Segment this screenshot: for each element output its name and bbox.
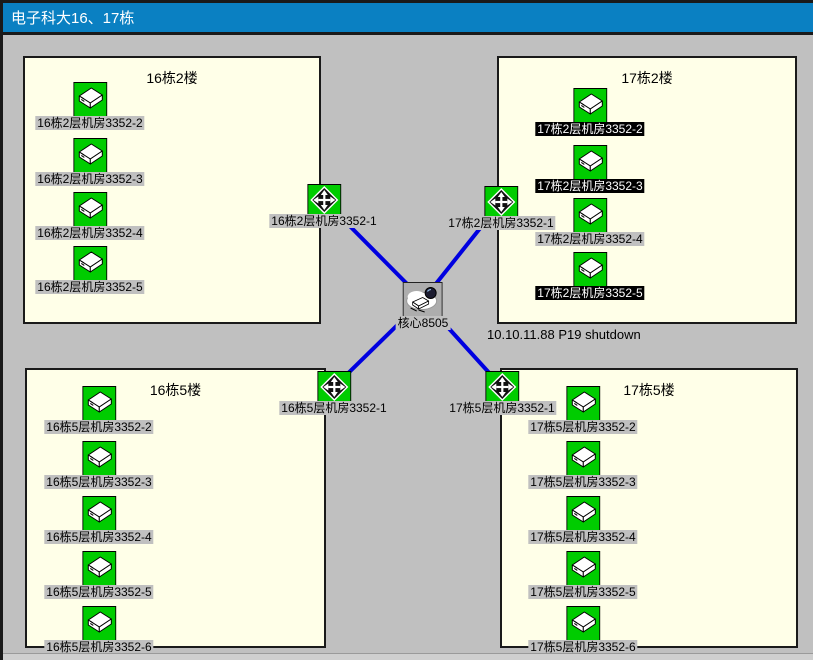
uplink-node[interactable]: 17栋2层机房3352-1 xyxy=(446,186,555,230)
device-node[interactable]: 16栋5层机房3352-4 xyxy=(44,496,153,544)
uplink-node[interactable]: 16栋5层机房3352-1 xyxy=(279,371,388,415)
device-node[interactable]: 16栋5层机房3352-6 xyxy=(44,606,153,654)
device-label: 16栋2层机房3352-5 xyxy=(35,280,144,294)
core-node[interactable]: 核心8505 xyxy=(396,282,451,330)
switch-icon xyxy=(566,496,600,532)
device-label: 16栋5层机房3352-4 xyxy=(44,530,153,544)
window-title: 电子科大16、17栋 xyxy=(11,7,134,28)
device-label: 17栋5层机房3352-6 xyxy=(528,640,637,654)
switch-icon xyxy=(573,145,607,181)
switch-icon xyxy=(82,441,116,477)
switch-icon xyxy=(566,551,600,587)
device-node[interactable]: 16栋5层机房3352-5 xyxy=(44,551,153,599)
device-node[interactable]: 17栋5层机房3352-5 xyxy=(528,551,637,599)
device-node[interactable]: 16栋2层机房3352-5 xyxy=(35,246,144,294)
device-node[interactable]: 17栋5层机房3352-4 xyxy=(528,496,637,544)
router-icon xyxy=(317,371,351,403)
device-node[interactable]: 17栋5层机房3352-6 xyxy=(528,606,637,654)
switch-icon xyxy=(573,198,607,234)
shutdown-annotation: 10.10.11.88 P19 shutdown xyxy=(487,327,641,342)
switch-icon xyxy=(82,386,116,422)
device-node[interactable]: 16栋2层机房3352-2 xyxy=(35,82,144,130)
device-label: 17栋5层机房3352-5 xyxy=(528,585,637,599)
device-node[interactable]: 17栋5层机房3352-3 xyxy=(528,441,637,489)
device-node[interactable]: 16栋5层机房3352-2 xyxy=(44,386,153,434)
device-node[interactable]: 17栋2层机房3352-2 xyxy=(535,88,644,136)
device-label: 17栋5层机房3352-3 xyxy=(528,475,637,489)
device-label: 16栋2层机房3352-1 xyxy=(269,214,378,228)
switch-icon xyxy=(82,496,116,532)
window-title-bar: 电子科大16、17栋 xyxy=(3,0,813,35)
switch-icon xyxy=(566,606,600,642)
group-title: 17栋2楼 xyxy=(499,58,795,88)
device-label: 16栋5层机房3352-6 xyxy=(44,640,153,654)
core-network-icon xyxy=(403,282,443,318)
switch-icon xyxy=(566,441,600,477)
switch-icon xyxy=(73,138,107,174)
uplink-node[interactable]: 16栋2层机房3352-1 xyxy=(269,184,378,228)
switch-icon xyxy=(573,252,607,288)
switch-icon xyxy=(73,246,107,282)
device-label: 16栋2层机房3352-3 xyxy=(35,172,144,186)
device-label: 核心8505 xyxy=(396,316,451,330)
device-label: 17栋2层机房3352-4 xyxy=(535,232,644,246)
device-label: 16栋5层机房3352-3 xyxy=(44,475,153,489)
device-label: 16栋5层机房3352-5 xyxy=(44,585,153,599)
switch-icon xyxy=(73,82,107,118)
device-label: 16栋5层机房3352-2 xyxy=(44,420,153,434)
device-node[interactable]: 17栋2层机房3352-5 xyxy=(535,252,644,300)
device-label: 17栋5层机房3352-1 xyxy=(447,401,556,415)
device-label: 17栋2层机房3352-2 xyxy=(535,122,644,136)
switch-icon xyxy=(573,88,607,124)
device-node[interactable]: 16栋2层机房3352-3 xyxy=(35,138,144,186)
switch-icon xyxy=(73,192,107,228)
device-label: 16栋5层机房3352-1 xyxy=(279,401,388,415)
device-label: 17栋5层机房3352-2 xyxy=(528,420,637,434)
router-icon xyxy=(484,186,518,218)
device-label: 16栋2层机房3352-4 xyxy=(35,226,144,240)
device-node[interactable]: 16栋5层机房3352-3 xyxy=(44,441,153,489)
switch-icon xyxy=(566,386,600,422)
switch-icon xyxy=(82,606,116,642)
device-label: 16栋2层机房3352-2 xyxy=(35,116,144,130)
device-label: 17栋2层机房3352-1 xyxy=(446,216,555,230)
router-icon xyxy=(485,371,519,403)
device-label: 17栋5层机房3352-4 xyxy=(528,530,637,544)
switch-icon xyxy=(82,551,116,587)
window-bottom-edge xyxy=(3,653,813,660)
router-icon xyxy=(307,184,341,216)
device-node[interactable]: 16栋2层机房3352-4 xyxy=(35,192,144,240)
device-label: 17栋2层机房3352-5 xyxy=(535,286,644,300)
uplink-node[interactable]: 17栋5层机房3352-1 xyxy=(447,371,556,415)
